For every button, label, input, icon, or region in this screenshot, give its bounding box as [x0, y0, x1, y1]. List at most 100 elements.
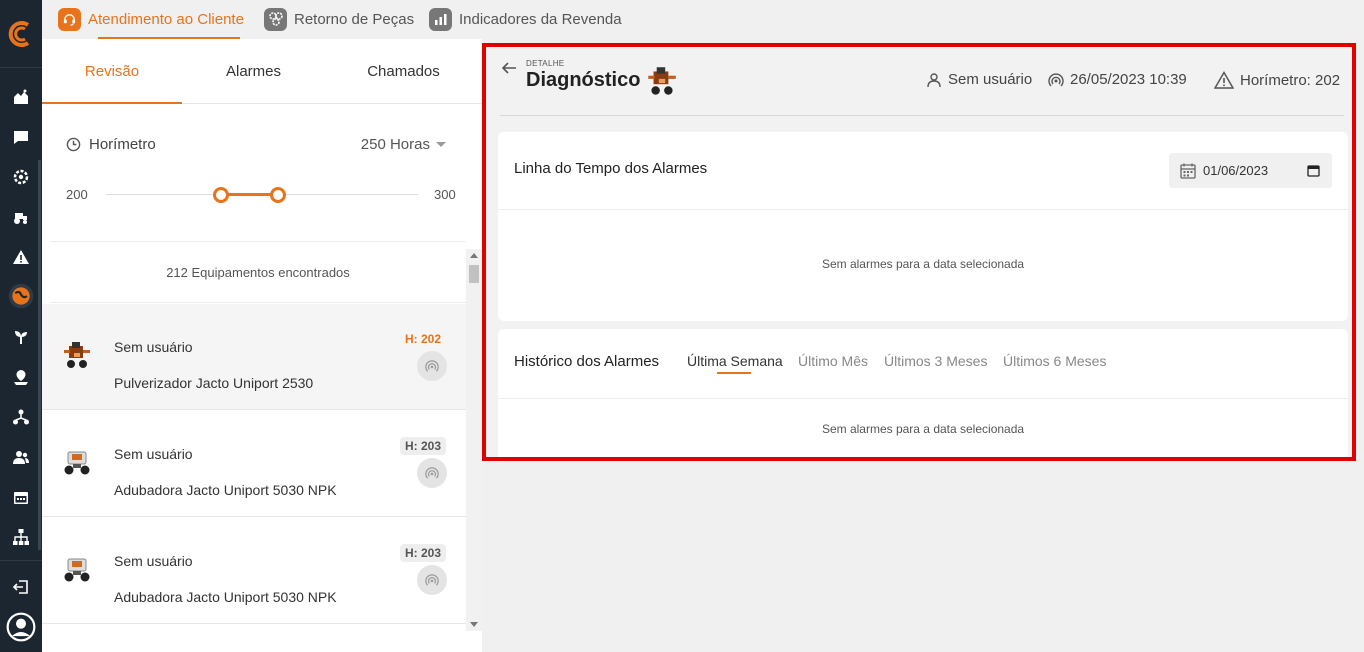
calendar-icon [1180, 163, 1196, 179]
fertilizer-machine-icon [64, 451, 90, 475]
hours-badge: H: 203 [399, 437, 446, 455]
top-tabs: Atendimento ao Cliente Retorno de Peças … [42, 0, 1364, 38]
scroll-up-icon[interactable] [470, 253, 478, 258]
globe-icon[interactable] [0, 281, 42, 311]
tab-revisao[interactable]: Revisão [42, 39, 182, 104]
horimetro-filter-label: Horímetro [66, 136, 156, 153]
calendar-icon[interactable] [0, 482, 42, 512]
sprayer-machine-icon [64, 342, 90, 368]
equipment-item[interactable]: Sem usuário Adubadora Jacto Uniport 5030… [42, 411, 466, 517]
hours-badge: H: 203 [399, 544, 446, 562]
horimetro-label: Horímetro [89, 136, 156, 153]
equipment-name: Adubadora Jacto Uniport 5030 NPK [114, 482, 337, 498]
gears-icon [264, 7, 287, 31]
tab-chamados[interactable]: Chamados [325, 39, 482, 104]
warning-icon[interactable] [0, 242, 42, 272]
map-pin-icon[interactable] [0, 362, 42, 392]
scrollbar-thumb[interactable] [469, 265, 479, 283]
equipment-user: Sem usuário [114, 553, 193, 569]
divider [498, 398, 1348, 399]
alarm-timeline-card: Linha do Tempo dos Alarmes 01/06/2023 Se… [498, 132, 1348, 321]
user-icon [927, 72, 941, 87]
divider [500, 115, 1344, 116]
support-icon [58, 7, 81, 31]
equipment-user: Sem usuário [114, 446, 193, 462]
tab-label: Indicadores da Revenda [459, 10, 622, 28]
horas-select-value: 250 Horas [360, 136, 430, 153]
tab-label: Atendimento ao Cliente [88, 10, 244, 28]
period-tab-mes[interactable]: Último Mês [798, 353, 868, 369]
history-title: Histórico dos Alarmes [514, 353, 660, 370]
timeline-title: Linha do Tempo dos Alarmes [514, 160, 708, 177]
slider-max-label: 300 [434, 187, 456, 202]
detail-horimetro-value: Horímetro: 202 [1240, 71, 1341, 89]
chat-icon[interactable] [0, 122, 42, 152]
detail-datetime: 26/05/2023 10:39 [1048, 71, 1187, 88]
period-tab-indicator [717, 372, 751, 374]
clock-icon [66, 137, 81, 152]
equipment-item[interactable]: Sem usuário Pulverizador Jacto Uniport 2… [42, 304, 466, 410]
signal-icon[interactable] [417, 351, 447, 381]
date-input[interactable]: 01/06/2023 [1169, 153, 1332, 188]
period-tab-6-meses[interactable]: Últimos 6 Meses [1003, 353, 1106, 369]
divider [498, 209, 1348, 210]
detail-user: Sem usuário [926, 71, 1032, 88]
range-slider-high-handle[interactable] [269, 187, 286, 203]
detail-horimetro: Horímetro: 202 [1214, 71, 1340, 89]
calendar-picker-icon[interactable] [1307, 164, 1320, 177]
tab-retorno-pecas[interactable]: Retorno de Peças [264, 0, 414, 38]
detail-overline: DETALHE [526, 59, 565, 68]
equipment-name: Adubadora Jacto Uniport 5030 NPK [114, 589, 337, 605]
alarm-history-card: Histórico dos Alarmes Última Semana Últi… [498, 329, 1348, 457]
sprayer-machine-icon [648, 67, 676, 95]
detail-datetime-value: 26/05/2023 10:39 [1070, 71, 1187, 88]
slider-min-label: 200 [66, 187, 88, 202]
detail-user-value: Sem usuário [948, 71, 1033, 88]
range-slider-low-handle[interactable] [213, 187, 230, 203]
equipment-count: 212 Equipamentos encontrados [50, 241, 466, 303]
hours-badge: H: 202 [404, 332, 441, 346]
list-scrollbar[interactable] [466, 249, 482, 631]
period-tab-semana[interactable]: Última Semana [687, 353, 783, 369]
signal-icon [1048, 72, 1064, 86]
period-tab-3-meses[interactable]: Últimos 3 Meses [884, 353, 987, 369]
page-title: Diagnóstico [526, 69, 641, 91]
nav-scrollbar[interactable] [38, 160, 41, 550]
equipment-item[interactable]: Sem usuário Adubadora Jacto Uniport 5030… [42, 518, 466, 624]
sub-tab-indicator [42, 102, 182, 104]
tab-indicadores[interactable]: Indicadores da Revenda [429, 0, 622, 38]
equipment-name: Pulverizador Jacto Uniport 2530 [114, 375, 314, 391]
horas-select[interactable]: 250 Horas [361, 136, 446, 153]
logout-icon[interactable] [0, 572, 42, 602]
warning-icon [1214, 71, 1234, 89]
brand-logo[interactable] [0, 0, 42, 68]
tab-label: Retorno de Peças [294, 10, 415, 28]
sitemap-icon[interactable] [0, 522, 42, 552]
history-empty-message: Sem alarmes para a data selecionada [821, 422, 1025, 436]
users-icon[interactable] [0, 442, 42, 472]
hierarchy-icon[interactable] [0, 402, 42, 432]
chevron-down-icon [436, 142, 446, 147]
fertilizer-machine-icon [64, 558, 90, 582]
timeline-empty-message: Sem alarmes para a data selecionada [821, 257, 1025, 271]
back-arrow-icon[interactable] [500, 59, 518, 77]
tab-alarmes[interactable]: Alarmes [182, 39, 325, 104]
date-input-value: 01/06/2023 [1203, 163, 1269, 178]
signal-icon[interactable] [417, 565, 447, 595]
side-nav [0, 0, 42, 652]
bar-chart-icon [429, 7, 452, 31]
sub-tabs: Revisão Alarmes Chamados [42, 39, 482, 104]
settings-gear-icon[interactable] [0, 162, 42, 192]
nav-divider [0, 560, 42, 561]
diagnostic-detail: DETALHE Diagnóstico Sem usuário 26/05/20… [482, 43, 1356, 461]
tab-atendimento[interactable]: Atendimento ao Cliente [58, 0, 244, 38]
equipment-panel: Revisão Alarmes Chamados Horímetro 250 H… [42, 39, 482, 652]
tractor-icon[interactable] [0, 202, 42, 232]
profile-icon[interactable] [0, 612, 42, 642]
brand-logo-icon [8, 20, 30, 47]
plant-icon[interactable] [0, 322, 42, 352]
equipment-user: Sem usuário [114, 339, 193, 355]
scroll-down-icon[interactable] [470, 622, 478, 627]
dashboard-icon[interactable] [0, 82, 42, 112]
signal-icon[interactable] [417, 458, 447, 488]
